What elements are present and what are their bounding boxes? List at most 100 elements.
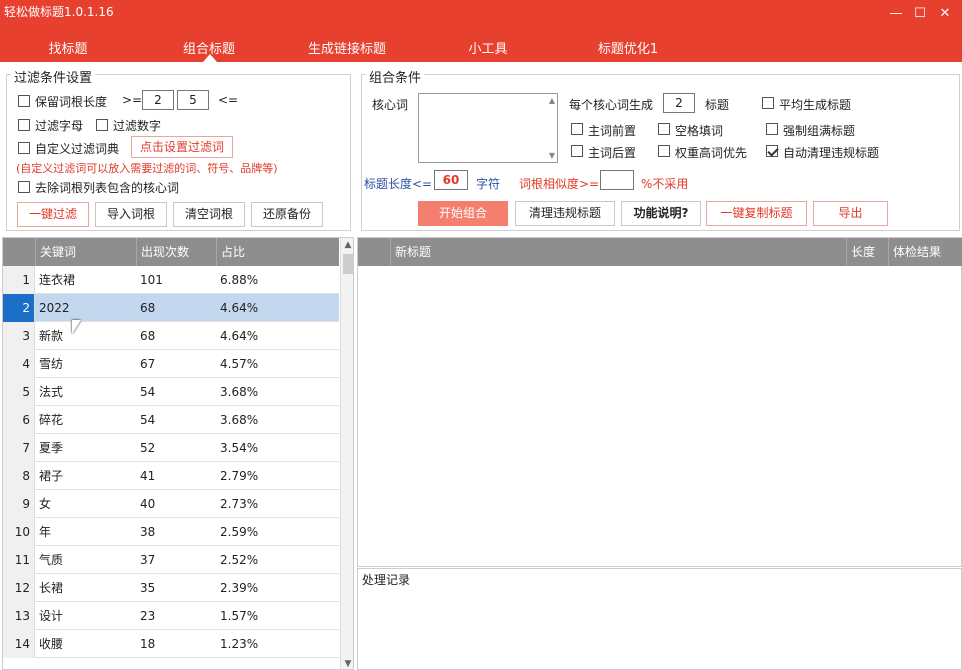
cell-percent: 1.23% (220, 637, 259, 651)
table-row[interactable]: 7 夏季 52 3.54% (3, 434, 339, 462)
cell-count: 37 (140, 553, 156, 567)
minimize-icon[interactable]: — (886, 6, 906, 21)
table-row[interactable]: 11 气质 37 2.52% (3, 546, 339, 574)
export-button[interactable]: 导出 (813, 201, 888, 226)
space-fill-checkbox[interactable] (658, 123, 670, 135)
filter-digits-checkbox[interactable] (96, 119, 108, 131)
maximize-icon[interactable]: ☐ (910, 6, 930, 21)
start-combine-button[interactable]: 开始组合 (418, 201, 508, 226)
cell-percent: 4.64% (220, 301, 259, 315)
cell-percent: 2.39% (220, 581, 259, 595)
table-row[interactable]: 10 年 38 2.59% (3, 518, 339, 546)
cell-keyword: 设计 (39, 609, 64, 623)
app-title: 轻松做标题1.0.1.16 (4, 5, 114, 19)
import-roots-button[interactable]: 导入词根 (95, 202, 167, 227)
custom-dict-label: 自定义过滤词典 (35, 142, 120, 156)
gte-label: >= (122, 93, 143, 107)
avg-generate-checkbox[interactable] (762, 97, 774, 109)
cell-count: 68 (140, 329, 156, 343)
copy-titles-button[interactable]: 一键复制标题 (706, 201, 807, 226)
row-number: 5 (3, 378, 35, 406)
per-core-input[interactable]: 2 (663, 93, 695, 113)
table-row[interactable]: 14 收腰 18 1.23% (3, 630, 339, 658)
keyword-table-scrollbar[interactable]: ▲ ▼ (340, 238, 353, 669)
clean-violation-button[interactable]: 清理违规标题 (515, 201, 615, 226)
cell-count: 54 (140, 385, 156, 399)
keyword-table-header: 关键词 出现次数 占比 (3, 238, 339, 266)
table-row[interactable]: 9 女 40 2.73% (3, 490, 339, 518)
root-max-input[interactable]: 5 (177, 90, 209, 110)
table-row[interactable]: 5 法式 54 3.68% (3, 378, 339, 406)
one-click-filter-button[interactable]: 一键过滤 (17, 202, 89, 227)
table-row[interactable]: 12 长裙 35 2.39% (3, 574, 339, 602)
force-full-checkbox[interactable] (766, 123, 778, 135)
restore-backup-button[interactable]: 还原备份 (251, 202, 323, 227)
tab-title-optimize[interactable]: 标题优化1 (596, 38, 660, 57)
col-length[interactable]: 长度 (846, 238, 888, 266)
result-table-header: 新标题 长度 体检结果 (358, 238, 962, 266)
scroll-thumb[interactable] (343, 254, 353, 274)
help-button[interactable]: 功能说明? (621, 201, 701, 226)
custom-dict-checkbox[interactable] (18, 142, 30, 154)
row-number: 10 (3, 518, 35, 546)
cell-keyword: 2022 (39, 301, 70, 315)
table-row[interactable]: 6 碎花 54 3.68% (3, 406, 339, 434)
cell-keyword: 收腰 (39, 637, 64, 651)
table-row[interactable]: 4 雪纺 67 4.57% (3, 350, 339, 378)
col-keyword[interactable]: 关键词 (35, 238, 136, 266)
cell-percent: 6.88% (220, 273, 259, 287)
per-core-label: 每个核心词生成 (569, 98, 654, 112)
weight-priority-checkbox[interactable] (658, 145, 670, 157)
filter-digits-label: 过滤数字 (113, 119, 162, 133)
root-min-input[interactable]: 2 (142, 90, 174, 110)
remove-core-checkbox[interactable] (18, 181, 30, 193)
tab-find-title[interactable]: 找标题 (46, 38, 90, 57)
row-number: 4 (3, 350, 35, 378)
row-number: 2 (3, 294, 35, 322)
main-word-front-checkbox[interactable] (571, 123, 583, 135)
auto-clean-checkbox[interactable] (766, 145, 778, 157)
cell-count: 67 (140, 357, 156, 371)
set-filter-words-button[interactable]: 点击设置过滤词 (131, 136, 233, 158)
cell-keyword: 碎花 (39, 413, 64, 427)
core-word-textarea[interactable]: ▲ ▼ (418, 93, 558, 163)
filter-letters-checkbox[interactable] (18, 119, 30, 131)
clear-roots-button[interactable]: 清空词根 (173, 202, 245, 227)
keyword-table: 关键词 出现次数 占比 1 连衣裙 101 6.88% 2 2022 68 4.64% 3 新款 6… (2, 237, 354, 670)
cell-percent: 2.79% (220, 469, 259, 483)
table-row[interactable]: 3 新款 68 4.64% (3, 322, 339, 350)
table-row[interactable]: 1 连衣裙 101 6.88% (3, 266, 339, 294)
cell-percent: 4.57% (220, 357, 259, 371)
active-tab-indicator (203, 54, 217, 62)
similarity-input[interactable] (600, 170, 634, 190)
scroll-up-icon[interactable]: ▲ (549, 96, 555, 105)
title-length-input[interactable]: 60 (434, 170, 468, 190)
table-row[interactable]: 8 裙子 41 2.79% (3, 462, 339, 490)
col-new-title[interactable]: 新标题 (390, 238, 846, 266)
cell-count: 40 (140, 497, 156, 511)
row-number: 6 (3, 406, 35, 434)
cell-percent: 3.68% (220, 413, 259, 427)
keep-root-length-checkbox[interactable] (18, 95, 30, 107)
scroll-up-icon[interactable]: ▲ (342, 240, 353, 250)
col-check-result[interactable]: 体检结果 (888, 238, 962, 266)
cell-keyword: 新款 (39, 329, 64, 343)
col-percent[interactable]: 占比 (216, 238, 339, 266)
table-row[interactable]: 13 设计 23 1.57% (3, 602, 339, 630)
close-icon[interactable]: ✕ (935, 6, 955, 21)
result-table: 新标题 长度 体检结果 (357, 237, 962, 567)
table-row[interactable]: 2 2022 68 4.64% (3, 294, 339, 322)
main-word-back-checkbox[interactable] (571, 145, 583, 157)
process-log[interactable]: 处理记录 (357, 568, 962, 670)
scroll-down-icon[interactable]: ▼ (549, 151, 555, 160)
similarity-label: 词根相似度>= (519, 177, 600, 191)
auto-clean-label: 自动清理违规标题 (783, 146, 880, 160)
cell-percent: 2.73% (220, 497, 259, 511)
scroll-down-icon[interactable]: ▼ (342, 659, 353, 669)
cell-percent: 4.64% (220, 329, 259, 343)
tab-link-title[interactable]: 生成链接标题 (306, 38, 388, 57)
tab-tools[interactable]: 小工具 (466, 38, 510, 57)
cell-count: 52 (140, 441, 156, 455)
col-count[interactable]: 出现次数 (136, 238, 216, 266)
cell-keyword: 气质 (39, 553, 64, 567)
